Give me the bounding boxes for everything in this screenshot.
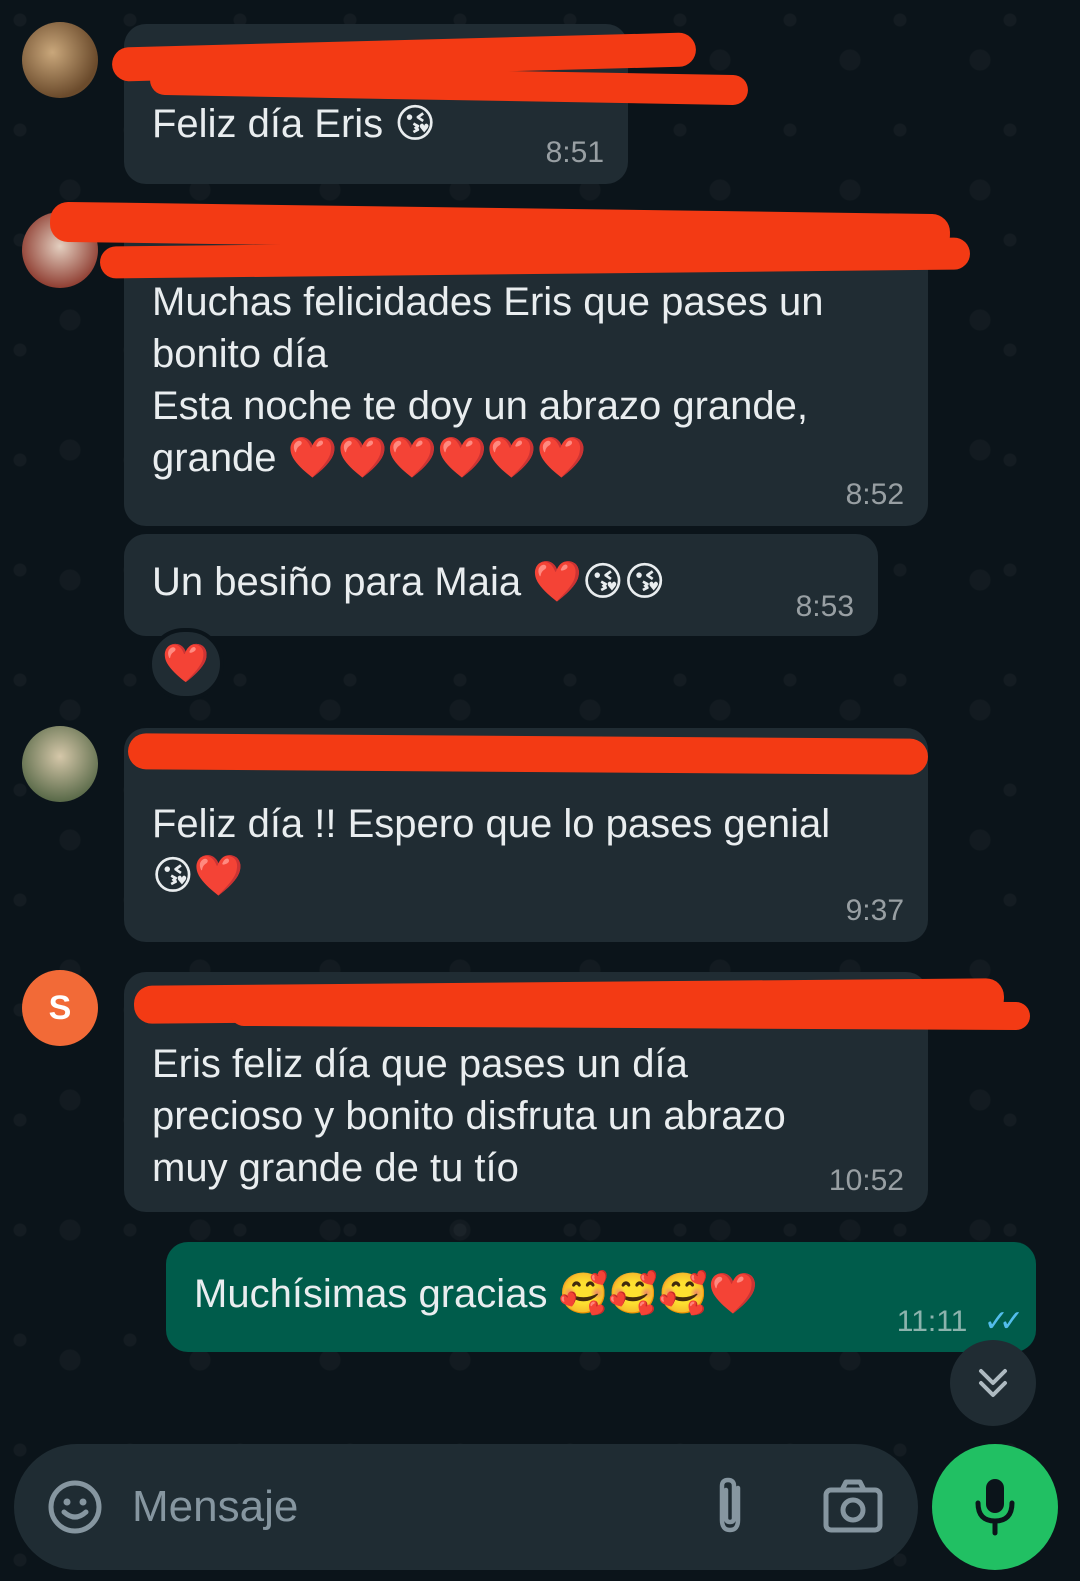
message-time: 8:52 — [845, 478, 904, 511]
message-text: Muchas felicidades Eris que pases un bon… — [152, 280, 824, 480]
scroll-down-icon — [979, 1369, 1007, 1397]
message-text: Muchísimas gracias 🥰🥰🥰❤️ — [194, 1272, 758, 1316]
message-reaction[interactable]: ❤️ — [148, 628, 224, 700]
redaction-mark — [127, 733, 929, 775]
message-time: 9:37 — [845, 894, 904, 927]
message-composer — [14, 1444, 918, 1570]
message-text: Un besiño para Maia ❤️😘😘 — [152, 560, 666, 604]
voice-message-button[interactable] — [932, 1444, 1058, 1570]
message-text: Feliz día Eris 😘 — [152, 102, 436, 146]
mic-icon — [975, 1479, 1015, 1536]
message-text: Eris feliz día que pases un día precioso… — [152, 1042, 786, 1190]
avatar[interactable] — [22, 22, 98, 98]
message-text: Feliz día !! Espero que lo pases genial … — [152, 802, 831, 898]
attach-icon[interactable] — [708, 1474, 752, 1538]
read-ticks-icon: ✓✓ — [983, 1305, 1024, 1338]
avatar[interactable] — [22, 726, 98, 802]
message-time: 8:53 — [795, 590, 854, 623]
message-input[interactable] — [132, 1470, 692, 1544]
message-list[interactable]: Feliz día Eris 😘 8:51 Muchas felicidades… — [0, 0, 1080, 1450]
camera-icon[interactable] — [822, 1476, 884, 1536]
message-bubble[interactable]: Un besiño para Maia ❤️😘😘 8:53 — [124, 534, 878, 636]
scroll-down-button[interactable] — [950, 1340, 1036, 1426]
avatar[interactable]: S — [22, 970, 98, 1046]
message-time: 11:11 ✓✓ — [896, 1304, 1024, 1339]
redaction-mark — [229, 997, 1031, 1031]
message-time-value: 11:11 — [896, 1305, 968, 1338]
emoji-icon[interactable] — [46, 1478, 104, 1536]
message-bubble-outgoing[interactable]: Muchísimas gracias 🥰🥰🥰❤️ 11:11 ✓✓ — [166, 1242, 1036, 1352]
message-time: 8:51 — [545, 136, 604, 169]
message-time: 10:52 — [828, 1164, 904, 1197]
